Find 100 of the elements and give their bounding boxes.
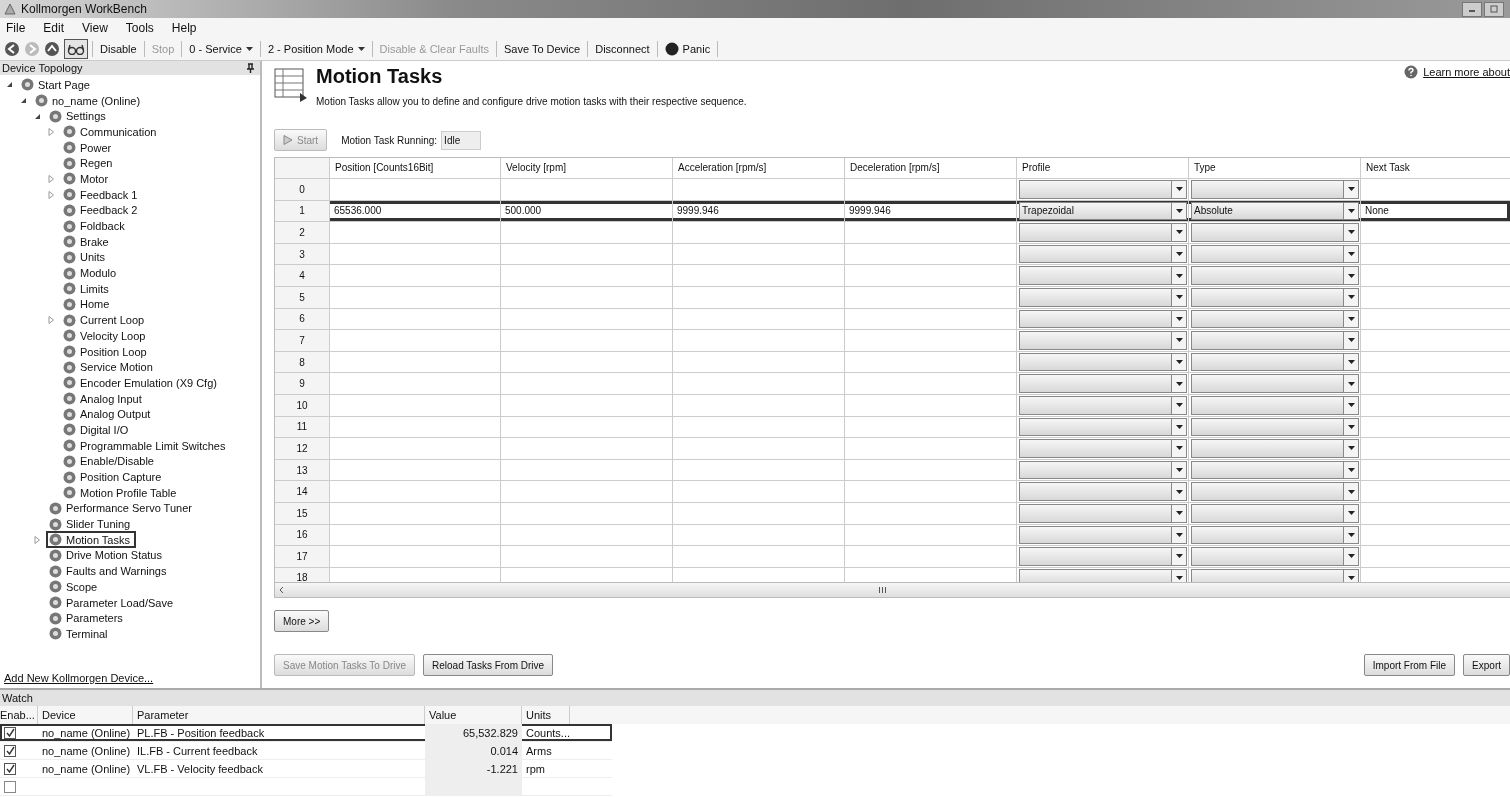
dropdown-field[interactable]	[1191, 287, 1359, 307]
tree-item[interactable]: Service Motion	[60, 358, 159, 376]
dropdown-field[interactable]	[1019, 503, 1187, 523]
action-button[interactable]: Import From File	[1363, 654, 1456, 676]
expanded-arrow-icon[interactable]	[20, 97, 27, 105]
table-cell[interactable]: 65536.000	[329, 200, 500, 222]
table-cell[interactable]: 500.000	[500, 200, 672, 222]
tree-item[interactable]: Feedback 2	[60, 201, 144, 219]
tree-item[interactable]: Faults and Warnings	[46, 562, 173, 580]
column-header[interactable]: Device	[38, 706, 133, 724]
tree-item[interactable]: Performance Servo Tuner	[46, 499, 198, 517]
column-header[interactable]: Profile	[1016, 158, 1188, 178]
menu-item[interactable]: File	[6, 21, 26, 35]
dropdown-field[interactable]	[1019, 266, 1187, 285]
glasses-toggle[interactable]	[64, 39, 88, 59]
dropdown-field[interactable]: Absolute	[1191, 201, 1359, 221]
tree-item[interactable]: Analog Output	[60, 405, 157, 423]
table-row[interactable]: 7	[275, 329, 1510, 351]
tree-item[interactable]: Slider Tuning	[46, 515, 137, 533]
help-icon[interactable]	[1404, 65, 1419, 79]
nav-button[interactable]	[44, 41, 60, 57]
column-header[interactable]: Parameter	[133, 706, 425, 724]
column-header[interactable]: Units	[522, 706, 570, 724]
menu-item[interactable]: Edit	[43, 21, 65, 35]
table-row[interactable]: 10	[275, 393, 1510, 416]
toolbar-button[interactable]: Disconnect	[592, 43, 653, 55]
scroll-grip-icon[interactable]	[879, 587, 886, 593]
dropdown-field[interactable]	[1019, 244, 1187, 264]
collapsed-arrow-icon[interactable]	[48, 190, 55, 199]
table-cell[interactable]: None	[1360, 200, 1510, 222]
tree-item[interactable]: Limits	[60, 280, 115, 298]
dropdown-field[interactable]	[1019, 395, 1187, 415]
table-cell[interactable]: 9999.946	[844, 200, 1016, 222]
table-row[interactable]: 6	[275, 307, 1510, 330]
table-row[interactable]: 4	[275, 264, 1510, 286]
add-device-link[interactable]: Add New Kollmorgen Device...	[0, 672, 154, 688]
expanded-arrow-icon[interactable]	[34, 112, 41, 120]
menu-item[interactable]: View	[82, 21, 108, 35]
column-header[interactable]: Acceleration [rpm/s]	[672, 158, 844, 178]
mode-dropdown[interactable]: 2 - Position Mode	[264, 43, 368, 55]
learn-more-link[interactable]: Learn more about	[1423, 66, 1510, 78]
toolbar-button[interactable]: Disable	[97, 43, 140, 55]
watch-row[interactable]: no_name (Online) PL.FB - Position feedback 65,532.829 Counts...	[0, 724, 612, 742]
column-header[interactable]: Type	[1188, 158, 1360, 178]
table-row[interactable]: 1 65536.000 500.000 9999.946 9999.946 Trapezoidal Absolute None	[275, 199, 1510, 222]
dropdown-field[interactable]	[1191, 374, 1359, 393]
dropdown-field[interactable]	[1191, 568, 1359, 582]
dropdown-field[interactable]	[1191, 352, 1359, 372]
table-row[interactable]: 8	[275, 350, 1510, 373]
more-button[interactable]: More >>	[274, 610, 330, 632]
dropdown-field[interactable]	[1019, 352, 1187, 372]
dropdown-field[interactable]	[1191, 395, 1359, 415]
checkbox[interactable]	[4, 726, 16, 739]
tree-item[interactable]: Units	[60, 248, 112, 266]
dropdown-field[interactable]	[1019, 525, 1187, 545]
dropdown-field[interactable]	[1191, 417, 1359, 437]
tree-item[interactable]: Regen	[60, 154, 119, 172]
pin-icon[interactable]	[247, 63, 254, 73]
tree-item[interactable]: Motion Tasks	[46, 531, 136, 549]
table-row[interactable]: 14	[275, 480, 1510, 502]
tree-item[interactable]: Communication	[60, 123, 163, 141]
checkbox[interactable]	[4, 780, 16, 793]
tree-item[interactable]: Velocity Loop	[60, 327, 152, 345]
table-row[interactable]: 0	[275, 178, 1510, 200]
dropdown-field[interactable]	[1191, 180, 1359, 199]
tree-item[interactable]: Drive Motion Status	[46, 546, 168, 564]
dropdown-field[interactable]	[1191, 525, 1359, 545]
dropdown-field[interactable]: Trapezoidal	[1019, 201, 1187, 221]
dropdown-field[interactable]	[1191, 439, 1359, 458]
tree-item[interactable]: Home	[60, 295, 116, 313]
dropdown-field[interactable]	[1019, 331, 1187, 350]
collapsed-arrow-icon[interactable]	[48, 316, 55, 325]
tree-item[interactable]: Power	[60, 139, 118, 157]
tree-item[interactable]: Digital I/O	[60, 421, 135, 439]
tree-item[interactable]: Foldback	[60, 217, 131, 235]
nav-button[interactable]	[4, 41, 20, 57]
toolbar-button[interactable]: Save To Device	[500, 43, 584, 55]
tree-item[interactable]: Position Loop	[60, 343, 153, 361]
tree-item[interactable]: Motor	[60, 170, 115, 188]
minimize-button[interactable]	[1462, 1, 1482, 17]
expanded-arrow-icon[interactable]	[6, 81, 13, 89]
table-row[interactable]: 5	[275, 285, 1510, 308]
tree-item[interactable]: Modulo	[60, 264, 123, 282]
dropdown-field[interactable]	[1019, 374, 1187, 393]
table-cell[interactable]: 9999.946	[672, 200, 844, 222]
table-row[interactable]: 15	[275, 501, 1510, 524]
dropdown-field[interactable]	[1191, 244, 1359, 264]
tree-item[interactable]: Terminal	[46, 625, 114, 643]
dropdown-field[interactable]	[1019, 309, 1187, 329]
tree-item[interactable]: Parameters	[46, 609, 129, 627]
table-row[interactable]: 9	[275, 372, 1510, 394]
table-row[interactable]: 2	[275, 221, 1510, 243]
tree-item[interactable]: Parameter Load/Save	[46, 594, 179, 612]
dropdown-field[interactable]	[1019, 180, 1187, 199]
table-row[interactable]: 13	[275, 458, 1510, 481]
watch-row[interactable]: no_name (Online) IL.FB - Current feedback 0.014 Arms	[0, 742, 612, 760]
action-button[interactable]: Reload Tasks From Drive	[423, 654, 554, 676]
dropdown-field[interactable]	[1191, 482, 1359, 501]
tree-item[interactable]: Current Loop	[60, 311, 151, 329]
tree-item[interactable]: Programmable Limit Switches	[60, 437, 232, 455]
